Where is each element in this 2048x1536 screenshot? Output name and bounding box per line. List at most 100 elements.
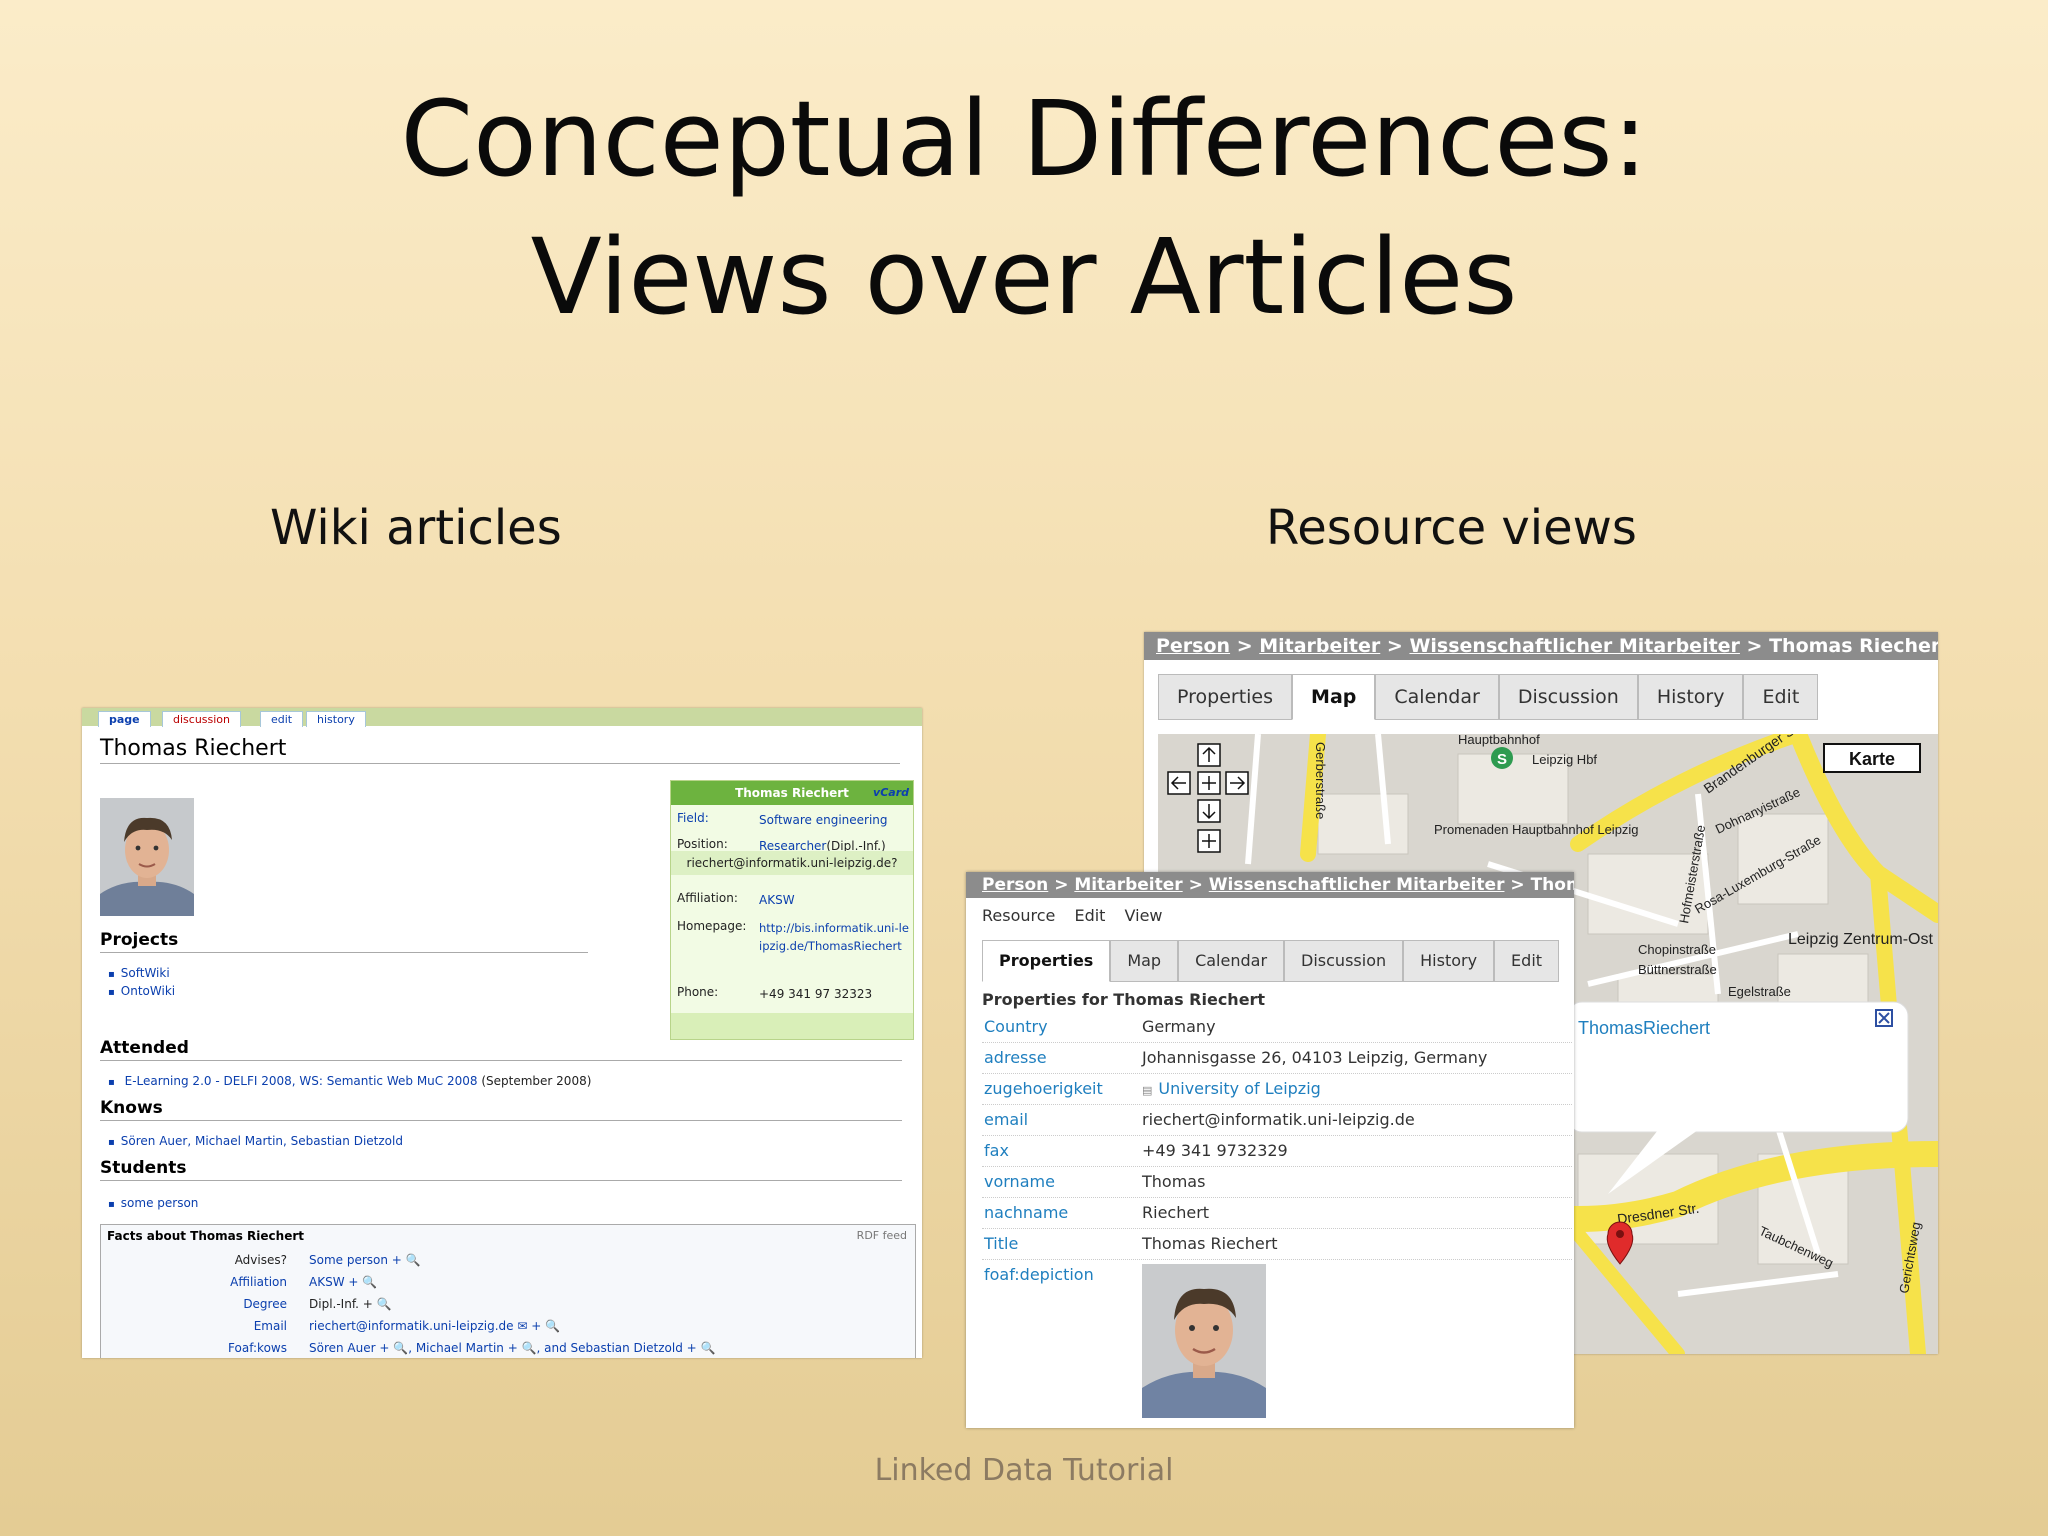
rdf-feed-link[interactable]: RDF feed: [857, 1229, 907, 1242]
map-view-tabs: Properties Map Calendar Discussion Histo…: [1158, 674, 1819, 720]
menu-bar: Resource Edit View: [982, 906, 1177, 925]
project-item[interactable]: OntoWiki: [108, 984, 175, 998]
property-key[interactable]: Country: [984, 1017, 1048, 1036]
fact-row: Advises? Some person + 🔍: [101, 1253, 911, 1273]
property-key[interactable]: nachname: [984, 1203, 1068, 1222]
property-key[interactable]: adresse: [984, 1048, 1047, 1067]
tab-edit[interactable]: Edit: [1743, 674, 1819, 720]
tab-discussion[interactable]: discussion: [162, 711, 242, 727]
tab-discussion[interactable]: Discussion: [1284, 940, 1404, 982]
property-row: Title Thomas Riechert: [982, 1229, 1572, 1260]
property-key[interactable]: email: [984, 1110, 1028, 1129]
slide-title-line-2: Views over Articles: [530, 216, 1518, 338]
tab-edit[interactable]: edit: [260, 711, 304, 727]
tab-page[interactable]: page: [98, 711, 151, 727]
position-label: Position:: [677, 837, 728, 851]
infobox-footer: [671, 1013, 913, 1039]
property-value: riechert@informatik.uni-leipzig.de: [1142, 1110, 1415, 1129]
wiki-tab-bar: page discussion edit history: [82, 708, 922, 727]
infobox-email[interactable]: riechert@informatik.uni-leipzig.de?: [671, 851, 913, 875]
fact-value[interactable]: Some person + 🔍: [309, 1253, 421, 1267]
map-label: Gerberstraße: [1313, 742, 1328, 819]
popup-link[interactable]: ThomasRiechert: [1578, 1018, 1710, 1038]
property-value: +49 341 9732329: [1142, 1141, 1288, 1160]
homepage-label: Homepage:: [677, 919, 747, 933]
field-value[interactable]: Software engineering: [759, 811, 909, 829]
map-label: Egelstraße: [1728, 984, 1791, 999]
tab-discussion[interactable]: Discussion: [1498, 674, 1638, 720]
map-label: Hauptbahnhof: [1458, 734, 1540, 747]
field-label[interactable]: Field:: [677, 811, 709, 825]
property-value: Germany: [1142, 1017, 1216, 1036]
knows-heading: Knows: [100, 1098, 902, 1121]
fact-value[interactable]: riechert@informatik.uni-leipzig.de ✉ + 🔍: [309, 1319, 560, 1333]
property-row: Country Germany: [982, 1012, 1572, 1043]
fact-key[interactable]: Degree: [243, 1297, 287, 1311]
tab-edit[interactable]: Edit: [1494, 940, 1560, 982]
map-label: Leipzig Hbf: [1532, 752, 1597, 767]
fact-value[interactable]: AKSW + 🔍: [309, 1275, 377, 1289]
map-type-button[interactable]: Karte: [1849, 749, 1895, 769]
breadcrumb-wiss-mitarbeiter[interactable]: Wissenschaftlicher Mitarbeiter: [1209, 875, 1505, 895]
props-view-tabs: Properties Map Calendar Discussion Histo…: [982, 940, 1560, 982]
affiliation-value[interactable]: AKSW: [759, 891, 909, 909]
fact-key[interactable]: Affiliation: [230, 1275, 287, 1289]
fact-row: Degree Dipl.-Inf. + 🔍: [101, 1297, 911, 1317]
menu-edit[interactable]: Edit: [1074, 906, 1105, 925]
attended-date: (September 2008): [481, 1074, 592, 1088]
property-key[interactable]: fax: [984, 1141, 1009, 1160]
property-value: Thomas Riechert: [1142, 1234, 1278, 1253]
property-key[interactable]: Title: [984, 1234, 1018, 1253]
vcard-link[interactable]: vCard: [873, 781, 909, 805]
projects-heading: Projects: [100, 930, 588, 953]
menu-resource[interactable]: Resource: [982, 906, 1055, 925]
menu-view[interactable]: View: [1125, 906, 1163, 925]
breadcrumb-mitarbeiter[interactable]: Mitarbeiter: [1074, 875, 1182, 895]
project-item[interactable]: SoftWiki: [108, 966, 170, 980]
facts-heading: Facts about Thomas Riechert: [107, 1229, 304, 1243]
fact-row: Email riechert@informatik.uni-leipzig.de…: [101, 1319, 911, 1339]
affiliation-label: Affiliation:: [677, 891, 738, 905]
attended-heading: Attended: [100, 1038, 902, 1061]
breadcrumb: Person > Mitarbeiter > Wissenschaftliche…: [1144, 632, 1938, 660]
breadcrumb-person[interactable]: Person: [982, 875, 1048, 895]
tab-history[interactable]: History: [1403, 940, 1495, 982]
tab-calendar[interactable]: Calendar: [1178, 940, 1285, 982]
tab-map[interactable]: Map: [1292, 674, 1376, 720]
tab-history[interactable]: history: [306, 711, 366, 727]
property-value: Johannisgasse 26, 04103 Leipzig, Germany: [1142, 1048, 1488, 1067]
breadcrumb-wiss-mitarbeiter[interactable]: Wissenschaftlicher Mitarbeiter: [1409, 635, 1740, 657]
fact-value: Dipl.-Inf. + 🔍: [309, 1297, 392, 1311]
property-key[interactable]: foaf:depiction: [984, 1265, 1094, 1284]
resource-icon: ▤: [1142, 1084, 1153, 1097]
fact-key: Advises?: [234, 1253, 287, 1267]
fact-key[interactable]: Foaf:kows: [228, 1341, 287, 1355]
tab-map[interactable]: Map: [1110, 940, 1179, 982]
properties-heading: Properties for Thomas Riechert: [982, 990, 1266, 1009]
homepage-value[interactable]: http://bis.informatik.uni-leipzig.de/Tho…: [759, 919, 909, 955]
property-value[interactable]: ▤ University of Leipzig: [1142, 1079, 1321, 1098]
tab-properties[interactable]: Properties: [1158, 674, 1293, 720]
breadcrumb-mitarbeiter[interactable]: Mitarbeiter: [1259, 635, 1380, 657]
property-key[interactable]: zugehoerigkeit: [984, 1079, 1103, 1098]
map-label: Chopinstraße: [1638, 942, 1716, 957]
breadcrumb-current: Thomas Riechert: [1769, 635, 1938, 657]
property-row: email riechert@informatik.uni-leipzig.de: [982, 1105, 1572, 1136]
tab-calendar[interactable]: Calendar: [1375, 674, 1499, 720]
portrait-photo: [100, 798, 194, 916]
property-key[interactable]: vorname: [984, 1172, 1055, 1191]
breadcrumb-person[interactable]: Person: [1156, 635, 1230, 657]
property-row: fax +49 341 9732329: [982, 1136, 1572, 1167]
attended-link[interactable]: E-Learning 2.0 - DELFI 2008, WS: Semanti…: [125, 1074, 478, 1088]
fact-key[interactable]: Email: [254, 1319, 287, 1333]
knows-item[interactable]: Sören Auer, Michael Martin, Sebastian Di…: [108, 1134, 403, 1148]
tab-history[interactable]: History: [1637, 674, 1744, 720]
person-infobox: Thomas Riechert vCard Field: Software en…: [670, 780, 914, 1040]
property-value: Riechert: [1142, 1203, 1210, 1222]
property-row: vorname Thomas: [982, 1167, 1572, 1198]
facts-box: Facts about Thomas Riechert RDF feed Adv…: [100, 1224, 916, 1358]
fact-value[interactable]: Sören Auer + 🔍, Michael Martin + 🔍, and …: [309, 1341, 715, 1355]
students-item[interactable]: some person: [108, 1196, 199, 1210]
map-label: Leipzig Zentrum-Ost: [1788, 931, 1933, 948]
tab-properties[interactable]: Properties: [982, 940, 1111, 982]
